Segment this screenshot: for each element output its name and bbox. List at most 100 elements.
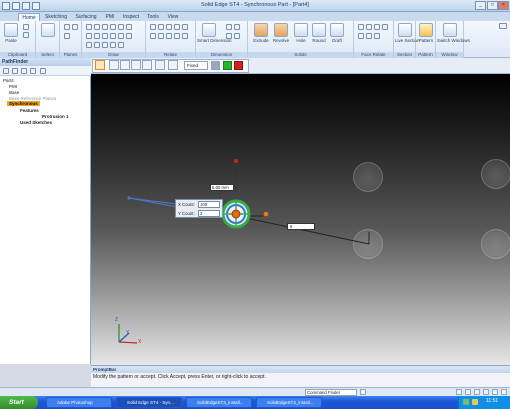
rectangular-pattern-icon[interactable]: [120, 60, 130, 70]
pattern-options-icon[interactable]: [95, 60, 105, 70]
pattern-icon[interactable]: [419, 23, 433, 37]
parallel-face-icon[interactable]: [366, 24, 372, 30]
chamfer-icon[interactable]: [102, 42, 108, 48]
command-finder-input[interactable]: Command Finder: [305, 389, 357, 396]
fill-pattern-icon[interactable]: [131, 60, 141, 70]
help-icon[interactable]: [499, 23, 507, 29]
view-orientation-icon[interactable]: [492, 389, 498, 395]
close-icon[interactable]: ×: [498, 1, 509, 10]
tree-item-features[interactable]: Features: [20, 108, 39, 113]
network-icon[interactable]: [463, 399, 469, 405]
tab-tools[interactable]: Tools: [144, 13, 162, 21]
plane-icon[interactable]: [64, 24, 70, 30]
fillet-icon[interactable]: [102, 33, 108, 39]
tree-item-part[interactable]: Part4: [3, 78, 14, 83]
collinear-icon[interactable]: [174, 33, 180, 39]
plane-lock-icon[interactable]: [72, 24, 78, 30]
suppress-occurrence-icon[interactable]: [155, 60, 165, 70]
accept-icon[interactable]: [223, 61, 232, 70]
minimize-icon[interactable]: _: [475, 1, 486, 10]
rectangle-icon[interactable]: [86, 33, 92, 39]
zoom-icon[interactable]: [456, 389, 462, 395]
search-icon[interactable]: [360, 389, 366, 395]
tree-item-used-sketches[interactable]: Used Sketches: [20, 120, 52, 125]
symmetric-icon[interactable]: [166, 33, 172, 39]
tree-item-pmi[interactable]: PMI: [9, 84, 17, 89]
pan-icon[interactable]: [474, 389, 480, 395]
cancel-icon[interactable]: [234, 61, 243, 70]
cut-icon[interactable]: [23, 24, 29, 30]
concentric-icon[interactable]: [150, 33, 156, 39]
project-icon[interactable]: [110, 42, 116, 48]
task-installer-1[interactable]: SolidEdgeST3_install...: [186, 397, 252, 408]
tab-home[interactable]: Home: [18, 13, 40, 21]
arc-icon[interactable]: [94, 24, 100, 30]
angle-icon[interactable]: [234, 24, 240, 30]
revolve-icon[interactable]: [274, 23, 288, 37]
rotate-icon[interactable]: [118, 33, 124, 39]
circle-icon[interactable]: [94, 33, 100, 39]
circular-pattern-icon[interactable]: [142, 60, 152, 70]
tree-item-base[interactable]: Base: [9, 90, 19, 95]
tab-inspect[interactable]: Inspect: [120, 13, 142, 21]
trim-icon[interactable]: [110, 24, 116, 30]
select-step-icon[interactable]: [109, 60, 119, 70]
rigid-set-icon[interactable]: [374, 33, 380, 39]
extend-icon[interactable]: [118, 24, 124, 30]
equal-icon[interactable]: [158, 33, 164, 39]
connect-icon[interactable]: [150, 24, 156, 30]
pattern-type-icon[interactable]: [168, 60, 178, 70]
distance-dimension[interactable]: 6.00 mm: [210, 184, 234, 191]
layer-icon[interactable]: [30, 68, 36, 74]
tab-sketching[interactable]: Sketching: [42, 13, 70, 21]
start-button[interactable]: Start: [0, 396, 38, 409]
graphics-viewport[interactable]: 6.00 mm X Count: 100 Y Count: 2 6 Z Y X: [91, 74, 510, 365]
maximize-icon[interactable]: □: [487, 1, 498, 10]
offset-icon[interactable]: [126, 24, 132, 30]
coordinate-dimension-icon[interactable]: [226, 33, 232, 39]
x-count-input[interactable]: 100: [198, 201, 220, 208]
filter-icon[interactable]: [3, 68, 9, 74]
line-icon[interactable]: [86, 24, 92, 30]
select-arrow-icon[interactable]: [41, 23, 55, 37]
coplanar-icon[interactable]: [358, 24, 364, 30]
y-count-input[interactable]: 2: [198, 210, 220, 217]
task-photoshop[interactable]: Adobe Photoshop: [46, 397, 112, 408]
tangent-icon[interactable]: [166, 24, 172, 30]
tangent-face-icon[interactable]: [382, 24, 388, 30]
task-installer-2[interactable]: SolidEdgeST3_install...: [256, 397, 322, 408]
fit-select[interactable]: Fixed: [184, 61, 208, 70]
point-icon[interactable]: [86, 42, 92, 48]
tree-item-protrusion[interactable]: Protrusion 1: [42, 114, 69, 119]
lock-icon[interactable]: [182, 33, 188, 39]
parallel-icon[interactable]: [174, 24, 180, 30]
angular-coordinate-icon[interactable]: [234, 33, 240, 39]
show-all-icon[interactable]: [12, 68, 18, 74]
sketch-filter-icon[interactable]: [21, 68, 27, 74]
text-profile-icon[interactable]: [118, 42, 124, 48]
shading-icon[interactable]: [501, 389, 507, 395]
coaxial-icon[interactable]: [374, 24, 380, 30]
switch-windows-icon[interactable]: [443, 23, 457, 37]
perpendicular-icon[interactable]: [182, 24, 188, 30]
rotate-view-icon[interactable]: [483, 389, 489, 395]
tab-surfacing[interactable]: Surfacing: [72, 13, 100, 21]
live-section-icon[interactable]: [398, 23, 412, 37]
mirror-icon[interactable]: [110, 33, 116, 39]
spacing-input[interactable]: 6: [287, 223, 315, 230]
distance-icon[interactable]: [226, 24, 232, 30]
hole-icon[interactable]: [294, 23, 308, 37]
round-icon[interactable]: [312, 23, 326, 37]
curve-icon[interactable]: [102, 24, 108, 30]
symmetric-face-icon[interactable]: [366, 33, 372, 39]
copy-icon[interactable]: [23, 32, 29, 38]
smart-dimension-icon[interactable]: [202, 23, 216, 37]
task-solid-edge[interactable]: Solid Edge ST4 - Syn...: [116, 397, 182, 408]
perpendicular-face-icon[interactable]: [358, 33, 364, 39]
paste-icon[interactable]: [4, 23, 18, 37]
extrude-icon[interactable]: [254, 23, 268, 37]
horizontal-vertical-icon[interactable]: [158, 24, 164, 30]
volume-icon[interactable]: [472, 399, 478, 405]
ellipse-icon[interactable]: [94, 42, 100, 48]
tab-pmi[interactable]: PMI: [102, 13, 118, 21]
